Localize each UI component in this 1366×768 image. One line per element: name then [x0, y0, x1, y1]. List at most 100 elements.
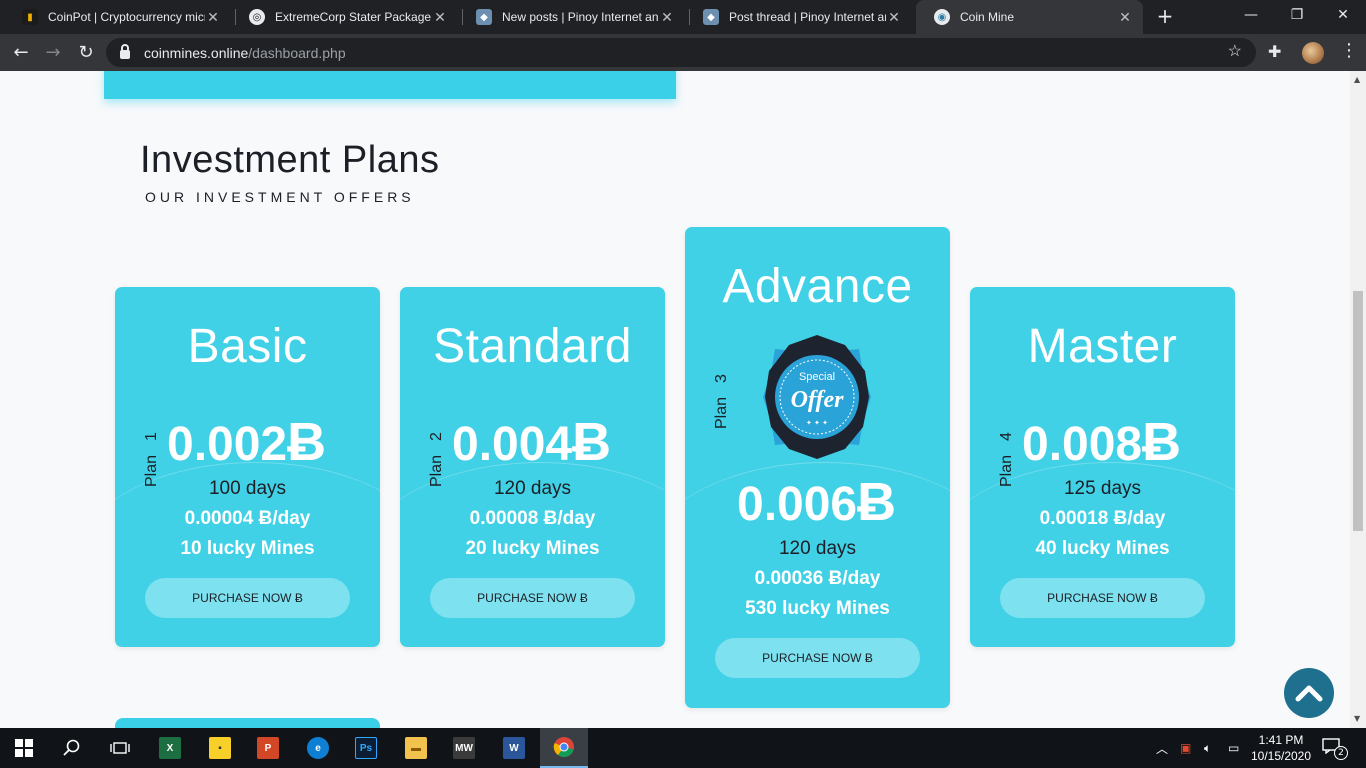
- notification-center-icon[interactable]: 2: [1322, 738, 1348, 760]
- new-tab-button[interactable]: +: [1153, 4, 1177, 28]
- profile-avatar[interactable]: [1302, 42, 1324, 64]
- plan-lucky-mines: 40 lucky Mines: [1035, 538, 1170, 559]
- plan-name: Master: [1027, 320, 1178, 373]
- badge-top-text: Special: [799, 371, 835, 383]
- reload-icon[interactable]: ↻: [73, 40, 99, 66]
- browser-menu-icon[interactable]: ⋮: [1340, 40, 1358, 61]
- back-icon[interactable]: ←: [8, 40, 34, 66]
- plan-duration: 125 days: [1063, 478, 1142, 499]
- tab-title: Coin Mine: [960, 10, 1015, 24]
- tab-pinoy-new-posts[interactable]: ◆ New posts | Pinoy Internet and ✕: [458, 0, 685, 34]
- plan-name: Basic: [187, 320, 308, 373]
- photoshop-icon[interactable]: Ps: [342, 728, 390, 768]
- page-scrollbar[interactable]: ▲ ▼: [1350, 71, 1366, 728]
- clock-date: 10/15/2020: [1250, 749, 1312, 763]
- file-explorer-icon[interactable]: ▬: [392, 728, 440, 768]
- tab-title: ExtremeCorp Stater Package -: [275, 10, 432, 24]
- plan-number: 1: [143, 432, 160, 441]
- plan-card-standard: Standard Plan2 0.004Ƀ 120 days 0.00008 Ƀ…: [400, 287, 665, 647]
- game-app-icon[interactable]: MW: [440, 728, 488, 768]
- bitcoin-icon: Ƀ: [1142, 412, 1182, 472]
- show-hidden-icons[interactable]: ︿: [1156, 728, 1168, 768]
- purchase-button-standard[interactable]: PURCHASE NOW Ƀ: [430, 578, 635, 618]
- task-view-icon[interactable]: [96, 728, 144, 768]
- word-icon[interactable]: W: [490, 728, 538, 768]
- tray-app-icon[interactable]: ▣: [1180, 728, 1191, 768]
- chrome-icon[interactable]: [540, 728, 588, 768]
- tab-coin-mine[interactable]: ◉ Coin Mine ✕: [916, 0, 1143, 34]
- tab-extremecorp[interactable]: ◎ ExtremeCorp Stater Package - ✕: [231, 0, 458, 34]
- plan-lucky-mines: 10 lucky Mines: [180, 538, 315, 559]
- close-icon[interactable]: ✕: [1117, 9, 1133, 26]
- plan-daily-return: 0.00008 Ƀ/day: [469, 508, 596, 529]
- pinoy-forum-icon: ◆: [703, 9, 719, 25]
- coinpot-icon: ▮: [22, 9, 38, 25]
- tab-title: New posts | Pinoy Internet and: [502, 10, 659, 24]
- scroll-up-arrow-icon[interactable]: ▲: [1354, 75, 1360, 84]
- price-value: 0.006: [737, 478, 858, 531]
- pinoy-forum-icon: ◆: [476, 9, 492, 25]
- plan-daily-return: 0.00004 Ƀ/day: [184, 508, 311, 529]
- plan-number: 4: [998, 432, 1015, 441]
- close-icon[interactable]: ✕: [659, 9, 675, 26]
- close-icon[interactable]: ✕: [432, 9, 448, 26]
- page-subtitle: OUR INVESTMENT OFFERS: [145, 189, 415, 205]
- edge-icon[interactable]: e: [294, 728, 342, 768]
- coin-mine-icon: ◉: [934, 9, 950, 25]
- purchase-button-advance[interactable]: PURCHASE NOW Ƀ: [715, 638, 920, 678]
- clock-time: 1:41 PM: [1258, 733, 1304, 747]
- plan-price: 0.002Ƀ: [167, 411, 326, 473]
- purchase-button-basic[interactable]: PURCHASE NOW Ƀ: [145, 578, 350, 618]
- page-viewport: Investment Plans OUR INVESTMENT OFFERS B…: [0, 71, 1350, 728]
- purchase-button-master[interactable]: PURCHASE NOW Ƀ: [1000, 578, 1205, 618]
- extremecorp-icon: ◎: [249, 9, 265, 25]
- powerpoint-icon[interactable]: P: [244, 728, 292, 768]
- minimize-button[interactable]: —: [1228, 0, 1274, 34]
- plan-number: 3: [713, 374, 730, 383]
- chevron-up-icon: [1295, 685, 1323, 702]
- badge-stars: ✦ ✦ ✦: [806, 419, 828, 427]
- page-title: Investment Plans: [140, 139, 440, 181]
- previous-section-card: [104, 71, 676, 99]
- special-offer-badge: Special Offer ✦ ✦ ✦: [763, 335, 871, 459]
- plan-card-basic: Basic Plan1 0.002Ƀ 100 days 0.00004 Ƀ/da…: [115, 287, 380, 647]
- plan-card-master: Master Plan4 0.008Ƀ 125 days 0.00018 Ƀ/d…: [970, 287, 1235, 647]
- extensions-icon[interactable]: ✚: [1268, 42, 1281, 61]
- windows-taskbar: X ▪ P e Ps ▬ MW W ︿ ▣ 🔈︎ ▭ 1:41 PM 10/15…: [0, 728, 1366, 768]
- browser-tab-bar: ▮ CoinPot | Cryptocurrency micr ✕ ◎ Extr…: [0, 0, 1366, 34]
- notification-count: 2: [1334, 746, 1348, 760]
- scrollbar-thumb[interactable]: [1353, 291, 1363, 531]
- windows-start-icon[interactable]: [0, 728, 48, 768]
- scroll-down-arrow-icon[interactable]: ▼: [1354, 714, 1360, 723]
- search-icon[interactable]: [48, 728, 96, 768]
- forward-icon[interactable]: →: [40, 40, 66, 66]
- bitcoin-icon: Ƀ: [287, 412, 327, 472]
- window-close-button[interactable]: ✕: [1320, 0, 1366, 34]
- plan-duration: 120 days: [493, 478, 572, 499]
- tab-pinoy-post-thread[interactable]: ◆ Post thread | Pinoy Internet an ✕: [685, 0, 912, 34]
- volume-icon[interactable]: 🔈︎: [1204, 728, 1211, 768]
- plan-duration: 100 days: [208, 478, 287, 499]
- network-icon[interactable]: ▭: [1228, 728, 1239, 768]
- plan-daily-return: 0.00036 Ƀ/day: [754, 568, 881, 589]
- restore-button[interactable]: ❐: [1274, 0, 1320, 34]
- bitcoin-icon: Ƀ: [857, 472, 897, 532]
- next-section-card: [115, 718, 380, 728]
- price-value: 0.004: [452, 418, 573, 471]
- tab-title: Post thread | Pinoy Internet an: [729, 10, 886, 24]
- badge-main-text: Offer: [791, 387, 845, 413]
- excel-icon[interactable]: X: [146, 728, 194, 768]
- sticky-notes-icon[interactable]: ▪: [196, 728, 244, 768]
- plan-card-advance: Advance Plan 3 Special Offer ✦ ✦ ✦ 0.006Ƀ…: [685, 227, 950, 708]
- plan-price: 0.006Ƀ: [737, 471, 896, 533]
- url-path: /dashboard.php: [248, 44, 346, 61]
- scroll-to-top-button[interactable]: [1284, 668, 1334, 718]
- plan-price: 0.004Ƀ: [452, 411, 611, 473]
- plan-lucky-mines: 530 lucky Mines: [745, 598, 890, 619]
- address-bar[interactable]: coinmines.online/dashboard.php ☆: [106, 38, 1256, 67]
- close-icon[interactable]: ✕: [205, 9, 221, 26]
- system-clock[interactable]: 1:41 PM 10/15/2020: [1248, 732, 1314, 764]
- close-icon[interactable]: ✕: [886, 9, 902, 26]
- bookmark-star-icon[interactable]: ☆: [1228, 41, 1242, 61]
- tab-coinpot[interactable]: ▮ CoinPot | Cryptocurrency micr ✕: [4, 0, 231, 34]
